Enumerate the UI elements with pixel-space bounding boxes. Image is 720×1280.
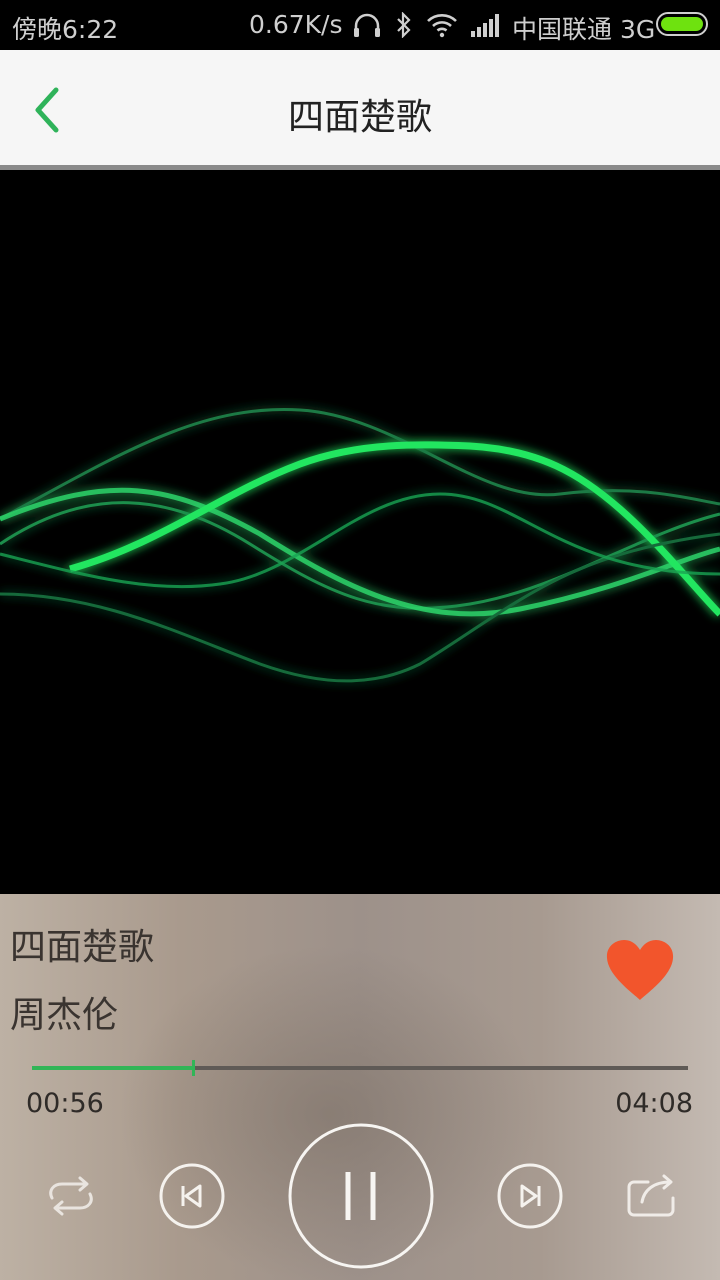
status-bar: 傍晚6:22 0.67K/s 中国联通 3G: [0, 0, 720, 50]
carrier-label: 中国联通 3G: [512, 15, 656, 44]
headphones-icon: [354, 13, 380, 37]
share-icon[interactable]: [624, 1172, 680, 1220]
progress-fill: [32, 1066, 193, 1070]
total-time: 04:08: [615, 1088, 693, 1119]
status-time: 傍晚6:22: [12, 15, 119, 44]
player-panel: 四面楚歌 周杰伦 00:56 04:08: [0, 894, 720, 1280]
battery-level: [661, 17, 703, 31]
green-wave-artwork: [0, 408, 720, 683]
song-title: 四面楚歌: [10, 927, 155, 968]
page-title: 四面楚歌: [287, 97, 432, 138]
title-bar: 四面楚歌: [0, 50, 720, 170]
skip-previous-icon[interactable]: [158, 1162, 226, 1230]
artist-name: 周杰伦: [10, 995, 119, 1036]
wifi-icon: [427, 14, 457, 38]
signal-icon: [471, 14, 499, 37]
battery-icon: [656, 12, 708, 36]
skip-next-icon[interactable]: [496, 1162, 564, 1230]
progress-thumb[interactable]: [191, 1060, 195, 1076]
current-time: 00:56: [26, 1088, 104, 1119]
heart-icon[interactable]: [604, 938, 676, 1002]
album-cover: [0, 174, 720, 894]
progress-bar[interactable]: [32, 1060, 688, 1076]
pause-icon[interactable]: [286, 1122, 436, 1272]
repeat-icon[interactable]: [44, 1174, 98, 1218]
network-speed: 0.67K/s: [249, 10, 343, 39]
bluetooth-icon: [397, 12, 411, 38]
